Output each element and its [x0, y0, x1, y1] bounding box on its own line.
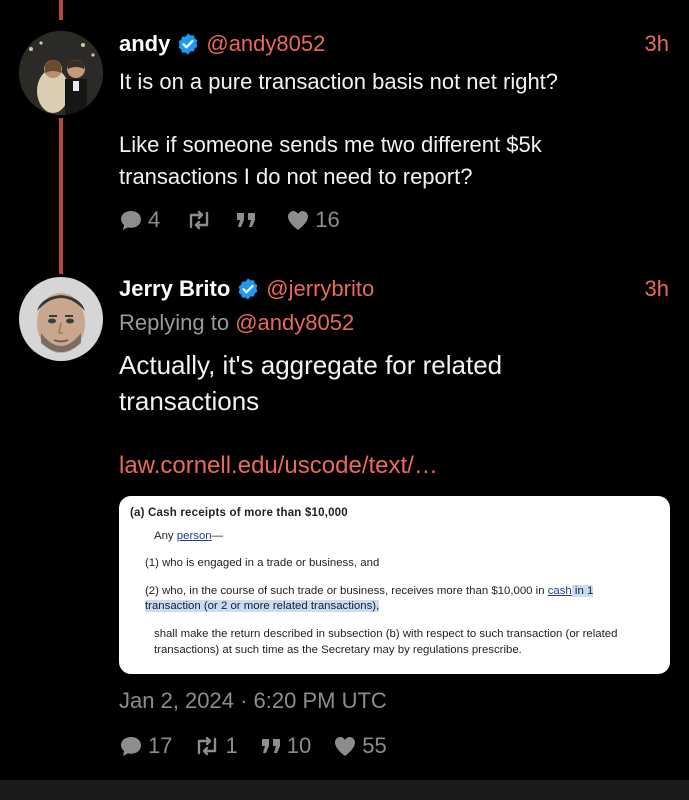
reply-icon — [121, 211, 141, 230]
tweet-actions: 4 16 — [119, 207, 358, 233]
heart-icon — [288, 211, 309, 230]
card-highlight: transaction (or 2 or more related transa… — [145, 600, 380, 612]
bottom-divider — [0, 780, 689, 800]
replying-to: Replying to @andy8052 — [119, 310, 354, 336]
like-count: 16 — [315, 207, 340, 232]
card-item-2: (2) who, in the course of such trade or … — [145, 585, 594, 597]
avatar-jerry-brito[interactable] — [19, 277, 103, 361]
tweet-text-line: transactions I do not need to report? — [119, 164, 473, 189]
avatar-andy[interactable] — [19, 31, 103, 115]
reply-button[interactable]: 17 — [119, 733, 172, 759]
replying-to-label: Replying to — [119, 310, 230, 335]
tweet-header-andy: andy @andy8052 — [119, 31, 325, 57]
retweet-count: 1 — [225, 733, 238, 758]
card-item-1: (1) who is engaged in a trade or busines… — [145, 557, 380, 569]
tweet-actions: 17 1 10 55 — [119, 733, 405, 759]
tweet-date[interactable]: Jan 2, 2024 · 6:20 PM UTC — [119, 688, 387, 714]
card-tail-2: transactions) at such time as the Secret… — [154, 644, 522, 656]
card-text: Any — [154, 530, 177, 542]
verified-badge-icon — [238, 278, 258, 300]
like-button[interactable]: 16 — [286, 207, 340, 233]
card-highlight: in 1 — [571, 585, 594, 597]
card-link-person[interactable]: person — [177, 530, 212, 542]
like-count: 55 — [362, 733, 387, 758]
display-name[interactable]: Jerry Brito — [119, 276, 230, 302]
reply-button[interactable]: 4 — [119, 207, 160, 233]
retweet-icon — [198, 736, 217, 756]
card-text: (2) who, in the course of such trade or … — [145, 585, 548, 597]
display-name[interactable]: andy — [119, 31, 170, 57]
heart-icon — [335, 737, 356, 756]
tweet-text-line: Like if someone sends me two different $… — [119, 132, 542, 157]
link-preview-card[interactable]: (a) Cash receipts of more than $10,000 A… — [119, 496, 670, 674]
tweet-text-line: Actually, it's aggregate for related — [119, 350, 503, 380]
like-button[interactable]: 55 — [333, 733, 387, 759]
handle[interactable]: @andy8052 — [206, 31, 325, 57]
thread-line-middle — [59, 118, 63, 274]
card-line: Any person— — [154, 530, 223, 542]
card-link-cash[interactable]: cash — [548, 585, 572, 597]
replying-to-handle[interactable]: @andy8052 — [235, 310, 354, 335]
quote-button[interactable]: 10 — [260, 733, 311, 759]
tweet-time[interactable]: 3h — [645, 31, 669, 57]
quote-icon — [261, 739, 280, 753]
card-text: — — [211, 530, 224, 542]
tweet-text-line: It is on a pure transaction basis not ne… — [119, 69, 559, 94]
retweet-button[interactable]: 1 — [194, 733, 238, 759]
card-item-2-cont: transaction (or 2 or more related transa… — [145, 600, 380, 612]
tweet-time[interactable]: 3h — [645, 276, 669, 302]
card-tail-1: shall make the return described in subse… — [154, 628, 618, 640]
reply-count: 4 — [148, 207, 161, 232]
tweet-link[interactable]: law.cornell.edu/uscode/text/… — [119, 452, 438, 480]
reply-icon — [121, 737, 141, 756]
handle[interactable]: @jerrybrito — [266, 276, 374, 302]
quote-button[interactable] — [235, 210, 262, 230]
quote-count: 10 — [286, 733, 312, 758]
reply-count: 17 — [148, 733, 173, 758]
retweet-icon — [190, 210, 209, 230]
tweet-text-line: transactions — [119, 386, 260, 416]
verified-badge-icon — [178, 33, 198, 55]
tweet-header-jerry: Jerry Brito @jerrybrito — [119, 276, 374, 302]
retweet-button[interactable] — [186, 209, 217, 231]
card-heading: (a) Cash receipts of more than $10,000 — [130, 507, 348, 519]
thread-line-top — [59, 0, 63, 20]
quote-icon — [237, 213, 256, 227]
